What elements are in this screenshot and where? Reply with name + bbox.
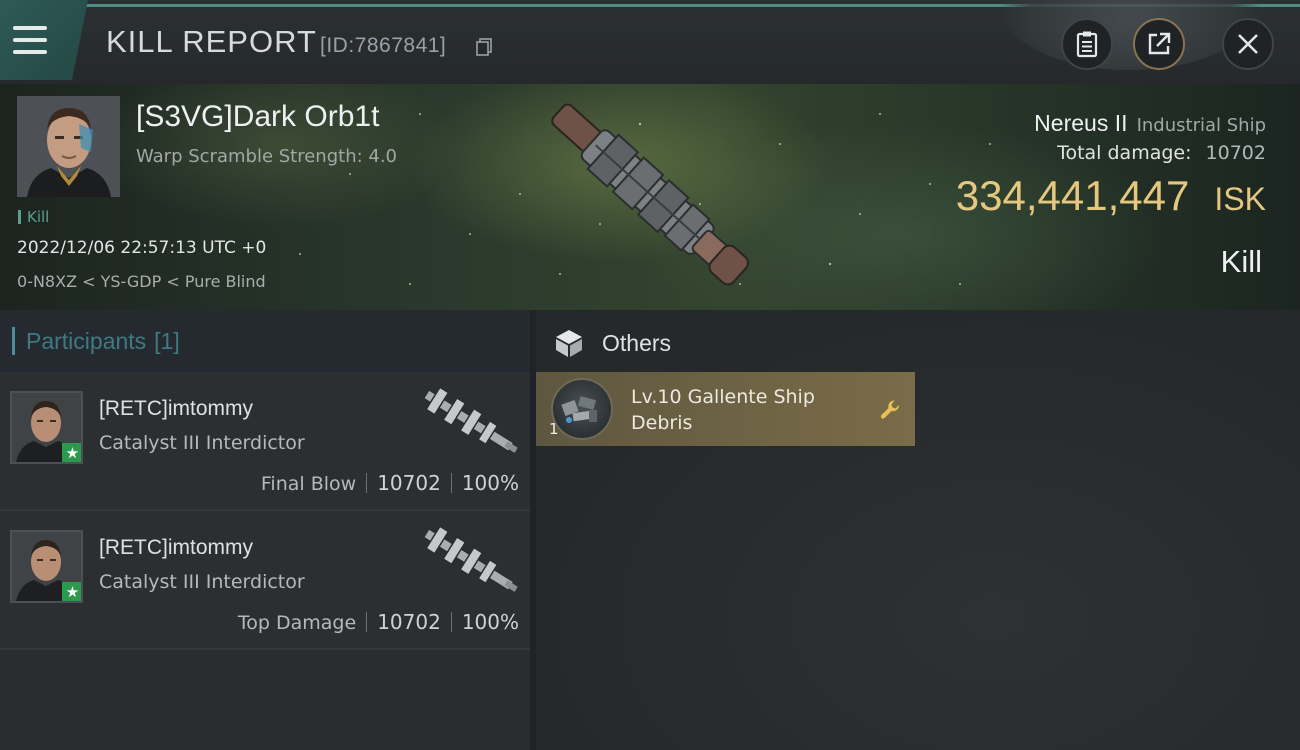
clipboard-button[interactable] bbox=[1061, 18, 1113, 70]
others-header: Others bbox=[554, 328, 671, 358]
wrench-icon[interactable] bbox=[879, 398, 903, 422]
participant-ship: Catalyst III Interdictor bbox=[99, 432, 305, 454]
damage-value: 10702 bbox=[377, 471, 441, 495]
report-id: [ID:7867841] bbox=[320, 34, 447, 57]
loot-name: Lv.10 Gallente Ship Debris bbox=[631, 386, 815, 434]
victim-banner: [S3VG]Dark Orb1t Warp Scramble Strength:… bbox=[0, 84, 1300, 310]
pilot-avatar bbox=[17, 96, 120, 197]
isk-value: 334,441,447 bbox=[955, 172, 1190, 219]
participants-count: [1] bbox=[154, 327, 180, 354]
victim-ship-image bbox=[551, 103, 749, 286]
share-button[interactable] bbox=[1133, 18, 1185, 70]
victim-ship-class: Industrial Ship bbox=[1136, 115, 1266, 136]
participant-stats: Final Blow 10702 100% bbox=[261, 471, 519, 495]
participant-row[interactable]: ★ [RETC]imtommy Catalyst III Interdictor… bbox=[0, 511, 530, 650]
total-damage-label: Total damage: bbox=[1057, 142, 1192, 164]
participants-header: Participants [1] bbox=[0, 310, 530, 372]
victim-portrait[interactable] bbox=[17, 96, 120, 197]
clipboard-icon bbox=[1076, 31, 1098, 58]
isk-loss: 334,441,447 ISK bbox=[956, 172, 1266, 220]
damage-percent: 100% bbox=[461, 471, 519, 495]
participant-avatar: ★ bbox=[10, 391, 83, 464]
participant-ship-image bbox=[422, 386, 518, 453]
participant-ship: Catalyst III Interdictor bbox=[99, 571, 305, 593]
kill-timestamp: 2022/12/06 22:57:13 UTC +0 bbox=[17, 238, 267, 258]
share-icon bbox=[1148, 32, 1171, 55]
warp-scramble-strength: Warp Scramble Strength: 4.0 bbox=[136, 146, 398, 167]
hamburger-menu-icon[interactable] bbox=[10, 24, 50, 60]
stat-label: Top Damage bbox=[237, 612, 357, 634]
participant-name[interactable]: [RETC]imtommy bbox=[99, 397, 253, 421]
page-title: KILL REPORT bbox=[106, 24, 317, 59]
damage-value: 10702 bbox=[377, 610, 441, 634]
cube-icon bbox=[556, 330, 582, 357]
others-panel: Others 1 Lv.10 Gallente Ship Debris bbox=[536, 310, 1300, 750]
top-bar: KILL REPORT [ID:7867841] bbox=[0, 0, 1300, 84]
close-icon bbox=[1238, 34, 1258, 54]
loot-item[interactable]: 1 Lv.10 Gallente Ship Debris bbox=[536, 372, 915, 446]
kill-location: 0-N8XZ < YS-GDP < Pure Blind bbox=[17, 272, 266, 291]
victim-pilot-name[interactable]: [S3VG]Dark Orb1t bbox=[136, 100, 379, 134]
total-damage-value: 10702 bbox=[1205, 142, 1266, 164]
total-damage: Total damage: 10702 bbox=[1057, 142, 1266, 164]
participant-row[interactable]: ★ [RETC]imtommy Catalyst III Interdictor… bbox=[0, 372, 530, 511]
isk-unit: ISK bbox=[1214, 181, 1266, 217]
star-badge-icon: ★ bbox=[62, 582, 81, 601]
participant-stats: Top Damage 10702 100% bbox=[238, 610, 519, 634]
star-badge-icon: ★ bbox=[62, 443, 81, 462]
participants-title: Participants bbox=[26, 327, 147, 354]
participant-name[interactable]: [RETC]imtommy bbox=[99, 536, 253, 560]
planet-backdrop bbox=[1000, 0, 1260, 70]
stat-label: Final Blow bbox=[260, 473, 357, 495]
victim-ship-info: Nereus II Industrial Ship bbox=[1034, 110, 1266, 137]
victim-ship-name[interactable]: Nereus II bbox=[1034, 110, 1127, 136]
participant-ship-image bbox=[422, 525, 518, 592]
copy-icon[interactable] bbox=[476, 38, 492, 56]
others-title: Others bbox=[602, 329, 672, 356]
kill-type-tag: Kill bbox=[18, 208, 49, 226]
participant-avatar: ★ bbox=[10, 530, 83, 603]
damage-percent: 100% bbox=[461, 610, 519, 634]
close-button[interactable] bbox=[1222, 18, 1274, 70]
ship-debris-icon bbox=[551, 378, 613, 440]
header-accent-bar bbox=[12, 327, 15, 355]
participants-panel: Participants [1] ★ [RETC]imtommy Catalys… bbox=[0, 310, 530, 750]
loot-quantity: 1 bbox=[549, 420, 559, 438]
kill-result: Kill bbox=[1220, 244, 1262, 279]
